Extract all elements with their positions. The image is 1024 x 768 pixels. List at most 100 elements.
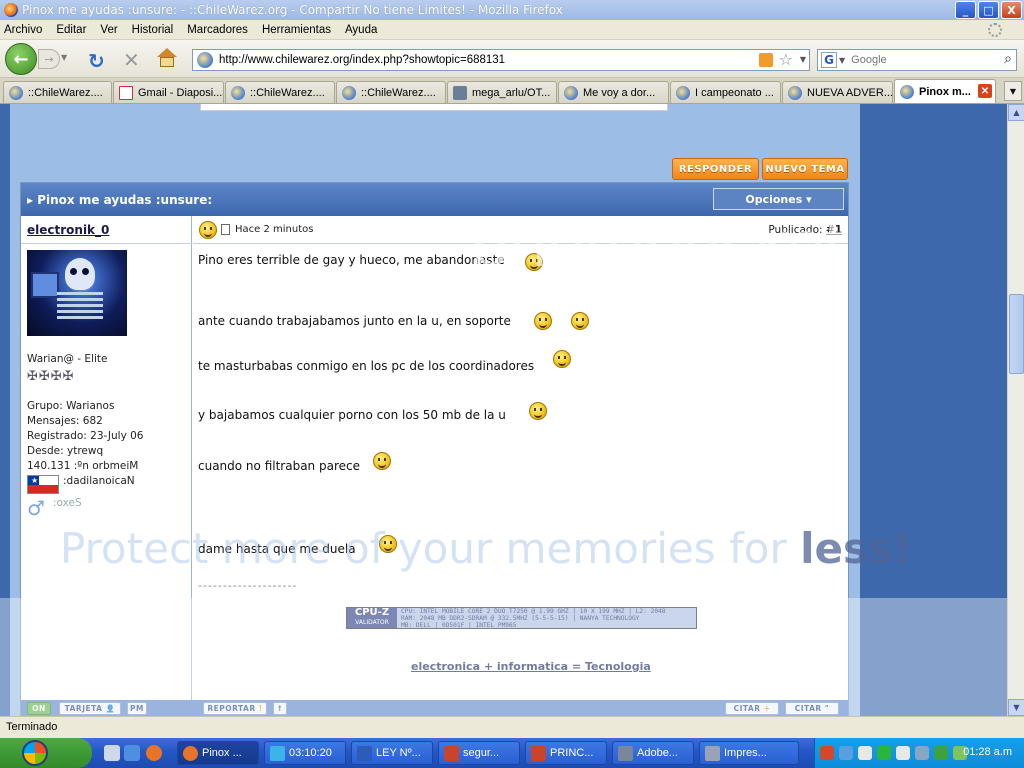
- banana-dance-icon: [529, 402, 547, 420]
- reply-button[interactable]: RESPONDER: [672, 158, 759, 180]
- tab-list-dropdown-icon[interactable]: ▼: [1004, 81, 1022, 101]
- reload-icon[interactable]: ↻: [88, 49, 105, 73]
- network-icon[interactable]: [839, 746, 853, 760]
- scroll-down-icon[interactable]: ▼: [1008, 699, 1024, 716]
- show-desktop-icon[interactable]: [104, 745, 120, 761]
- tray-app-icon[interactable]: [858, 746, 872, 760]
- smiley-icon: [534, 312, 552, 330]
- topic-title: ▸ Pinox me ayudas :unsure:: [27, 193, 213, 207]
- task-ppt-princ[interactable]: PRINC...: [525, 741, 607, 765]
- bookmark-star-icon[interactable]: ☆: [779, 50, 793, 69]
- author-name-link[interactable]: electronik_0: [27, 223, 109, 237]
- tab-chilewarez-3[interactable]: ::ChileWarez....: [336, 81, 446, 103]
- search-icon[interactable]: ⌕: [1004, 51, 1012, 67]
- smiley-icon: [199, 221, 217, 239]
- rss-feed-icon[interactable]: [759, 53, 773, 67]
- globe-icon: [9, 85, 23, 100]
- smiley-icon: [571, 312, 589, 330]
- menu-historial[interactable]: Historial: [132, 24, 174, 36]
- menu-bar: Archivo Editar Ver Historial Marcadores …: [0, 20, 1024, 40]
- tab-me-voy[interactable]: Me voy a dor...: [558, 81, 669, 103]
- tray-app-icon[interactable]: [915, 746, 929, 760]
- word-icon: [357, 746, 372, 761]
- start-button[interactable]: [0, 738, 92, 768]
- url-bar[interactable]: http://www.chilewarez.org/index.php?show…: [192, 49, 810, 71]
- menu-herramientas[interactable]: Herramientas: [262, 24, 331, 36]
- page-viewport: RESPONDER NUEVO TEMA ▸ Pinox me ayudas :…: [0, 104, 1007, 716]
- window-controls: _ □ X: [955, 1, 1022, 19]
- tab-chilewarez-2[interactable]: ::ChileWarez....: [225, 81, 335, 103]
- tray-app-icon[interactable]: [934, 746, 948, 760]
- adobe-icon: [618, 746, 633, 761]
- task-ppt-segur[interactable]: segur...: [438, 741, 520, 765]
- url-dropdown-icon[interactable]: ▼: [800, 55, 806, 64]
- signature-divider: --------------------: [198, 579, 298, 592]
- status-bar: Terminado: [0, 716, 1024, 738]
- search-input[interactable]: [851, 54, 992, 66]
- gmail-icon: [119, 85, 133, 100]
- navigation-toolbar: ← → ▼ ↻ ✕ http://www.chilewarez.org/inde…: [0, 40, 1024, 78]
- firefox-quicklaunch-icon[interactable]: [146, 745, 162, 761]
- new-topic-button[interactable]: NUEVO TEMA: [762, 158, 848, 180]
- speaker-icon[interactable]: [820, 746, 834, 760]
- tab-pinox-active[interactable]: Pinox m... ✕: [894, 79, 996, 103]
- stop-icon[interactable]: ✕: [123, 48, 140, 72]
- window-title: Pinox me ayudas :unsure: - ::ChileWarez.…: [22, 3, 563, 17]
- firefox-icon: [4, 3, 18, 17]
- author-messages: Mensajes: 682: [27, 415, 103, 427]
- tab-campeonato[interactable]: I campeonato ...: [670, 81, 781, 103]
- globe-icon: [676, 85, 690, 100]
- search-bar[interactable]: G ▼ ⌕: [817, 49, 1017, 71]
- maximize-button[interactable]: □: [978, 1, 999, 19]
- url-text[interactable]: http://www.chilewarez.org/index.php?show…: [219, 54, 505, 66]
- close-button[interactable]: X: [1001, 1, 1022, 19]
- tab-nueva-adver[interactable]: NUEVA ADVER...: [782, 81, 893, 103]
- task-clock-app[interactable]: 03:10:20: [264, 741, 346, 765]
- engine-dropdown-icon[interactable]: ▼: [839, 56, 845, 65]
- tray-app-icon[interactable]: [896, 746, 910, 760]
- tab-chilewarez-1[interactable]: ::ChileWarez....: [3, 81, 112, 103]
- tab-gmail[interactable]: Gmail - Diaposi...: [113, 81, 224, 103]
- status-text: Terminado: [6, 721, 58, 733]
- page-scrollbar[interactable]: ▲ ▼: [1007, 104, 1024, 716]
- author-sex: :oxeS: [53, 497, 82, 509]
- post-time: Hace 2 minutos: [235, 224, 314, 235]
- menu-marcadores[interactable]: Marcadores: [187, 24, 248, 36]
- arrow-left-icon: ←: [13, 48, 29, 70]
- system-tray: 01:28 a.m: [814, 738, 1024, 768]
- task-word-ley[interactable]: LEY Nº...: [351, 741, 433, 765]
- history-dropdown-icon[interactable]: ▼: [61, 53, 67, 62]
- task-adobe[interactable]: Adobe...: [612, 741, 694, 765]
- globe-icon: [900, 84, 914, 99]
- menu-ver[interactable]: Ver: [100, 24, 117, 36]
- google-engine-icon[interactable]: G: [821, 52, 837, 68]
- throbber-icon: [988, 23, 1002, 37]
- task-firefox[interactable]: Pinox ...: [177, 741, 259, 765]
- minimize-button[interactable]: _: [955, 1, 976, 19]
- menu-ayuda[interactable]: Ayuda: [345, 24, 377, 36]
- banner-strip: [200, 104, 668, 111]
- scroll-thumb[interactable]: [1009, 294, 1024, 374]
- post-line-2: ante cuando trabajabamos junto en la u, …: [198, 314, 511, 328]
- rank-pips-icon: ✠✠✠✠: [27, 369, 75, 384]
- back-button[interactable]: ←: [5, 43, 37, 75]
- window-titlebar: Pinox me ayudas :unsure: - ::ChileWarez.…: [0, 0, 1024, 20]
- ie-icon[interactable]: [124, 745, 140, 761]
- task-printers[interactable]: Impres...: [699, 741, 799, 765]
- forward-button[interactable]: →: [38, 49, 60, 69]
- menu-editar[interactable]: Editar: [56, 24, 86, 36]
- post-line-3: te masturbabas conmigo en los pc de los …: [198, 359, 535, 373]
- author-from: Desde: ytrewq: [27, 445, 104, 457]
- powerpoint-icon: [444, 746, 459, 761]
- avatar: [27, 250, 127, 336]
- globe-icon: [231, 85, 245, 100]
- options-button[interactable]: Opciones ▾: [713, 188, 844, 210]
- scroll-up-icon[interactable]: ▲: [1008, 104, 1024, 121]
- tab-mega-arlu[interactable]: mega_arlu/OT...: [447, 81, 557, 103]
- menu-archivo[interactable]: Archivo: [4, 24, 42, 36]
- camera-icon: [453, 85, 467, 100]
- shield-icon[interactable]: [877, 746, 891, 760]
- tab-close-icon[interactable]: ✕: [978, 84, 992, 98]
- home-icon[interactable]: [157, 48, 177, 68]
- powerpoint-icon: [531, 746, 546, 761]
